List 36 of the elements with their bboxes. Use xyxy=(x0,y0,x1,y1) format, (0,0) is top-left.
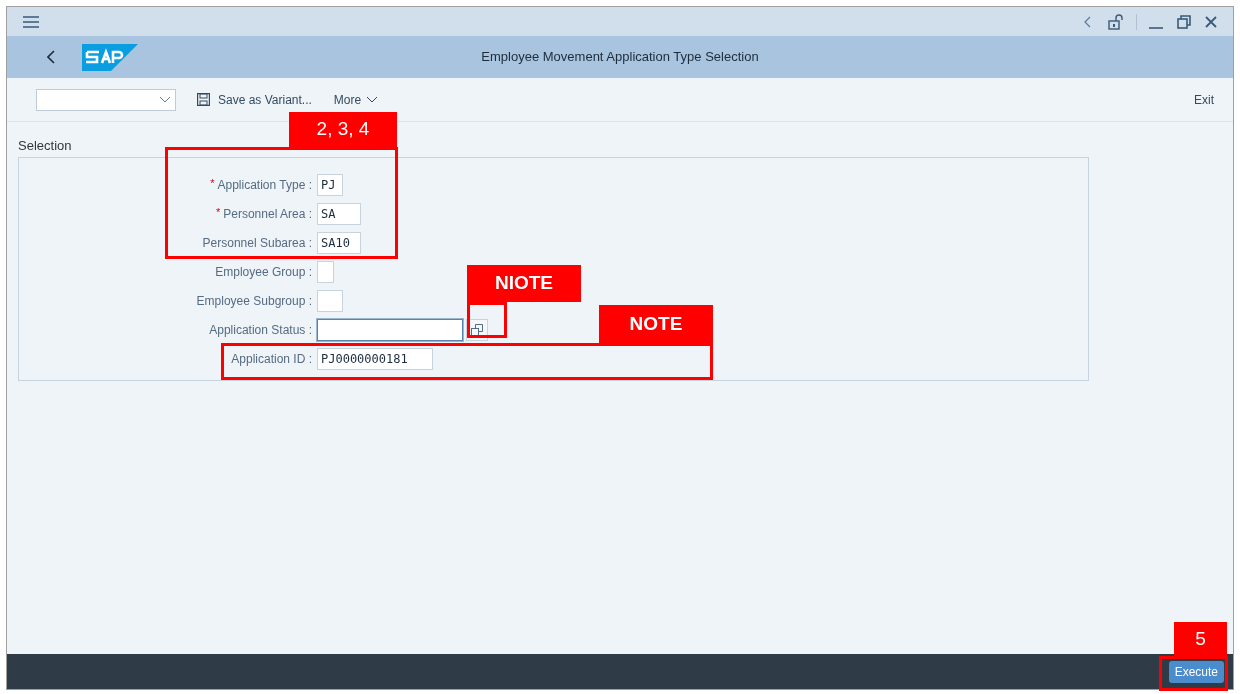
annotation-label: NOTE xyxy=(599,305,713,343)
field-label: Personnel Subarea : xyxy=(202,234,312,252)
field-label: Personnel Area : xyxy=(223,205,312,223)
input-field[interactable]: PJ0000000181 xyxy=(317,347,433,370)
field-label: Application Type : xyxy=(217,176,312,194)
chevron-down-icon xyxy=(159,96,171,103)
more-button[interactable]: More xyxy=(333,90,379,109)
execute-button[interactable]: Execute xyxy=(1168,660,1224,683)
exit-button[interactable]: Exit xyxy=(1194,90,1214,109)
menu-icon[interactable] xyxy=(23,15,39,28)
save-as-variant-button[interactable]: Save as Variant... xyxy=(197,90,312,109)
save-icon xyxy=(197,93,210,106)
copy-icon xyxy=(471,323,483,336)
required-asterisk: * xyxy=(210,175,215,190)
annotation-label: 2, 3, 4 xyxy=(289,112,397,147)
field-label: Application ID : xyxy=(231,350,312,368)
logo-icon xyxy=(82,43,138,71)
lock-icon[interactable] xyxy=(1108,13,1124,30)
section-title: Selection xyxy=(18,138,73,154)
field-label: Application Status : xyxy=(209,321,312,339)
required-asterisk: * xyxy=(216,204,221,219)
restore-icon[interactable] xyxy=(1177,14,1191,29)
back-icon[interactable] xyxy=(47,50,55,64)
annotation-label: NIOTE xyxy=(467,265,581,302)
annotation-box xyxy=(1159,656,1228,691)
input-field[interactable]: PJ xyxy=(317,173,343,196)
input-field[interactable]: SA10 xyxy=(317,231,361,254)
input-field[interactable] xyxy=(317,318,463,341)
field-label: Employee Subgroup : xyxy=(196,292,312,310)
annotation-box xyxy=(467,302,507,338)
close-icon[interactable] xyxy=(1205,15,1217,28)
page-title: Employee Movement Application Type Selection xyxy=(481,48,759,67)
chevron-down-icon xyxy=(366,96,379,103)
input-field[interactable]: SA xyxy=(317,202,361,225)
annotation-label: 5 xyxy=(1174,622,1227,656)
field-label: Employee Group : xyxy=(215,263,312,281)
